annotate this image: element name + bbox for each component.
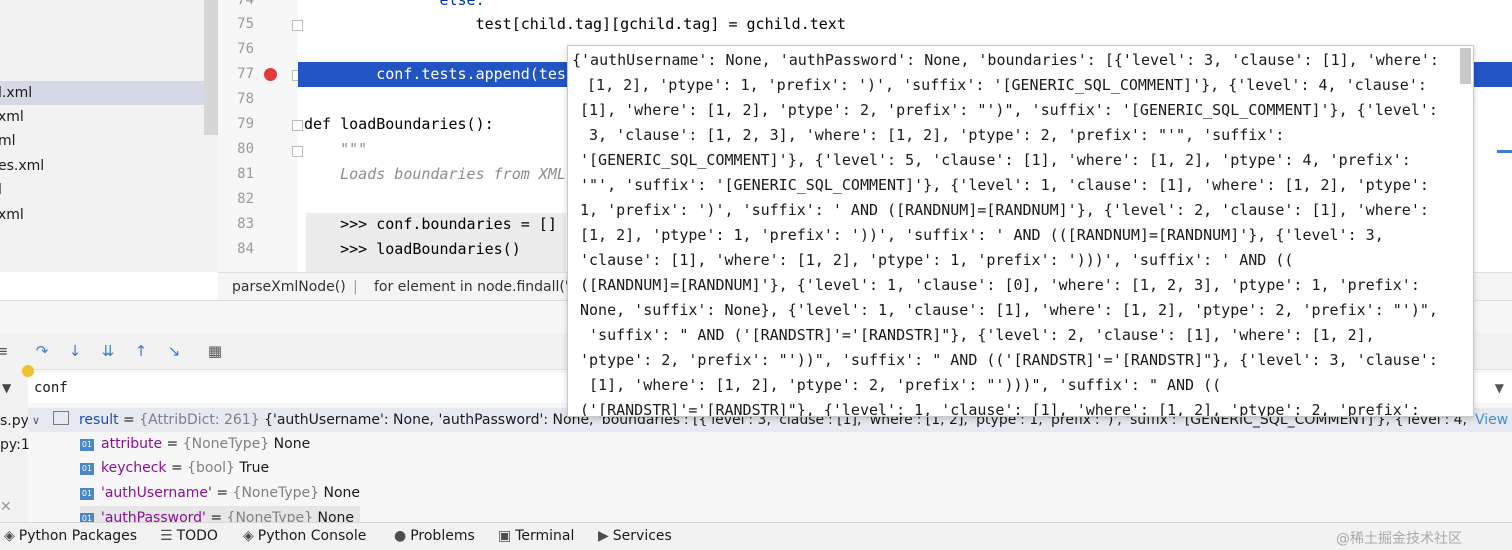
tab-python-packages[interactable]: ◈ Python Packages bbox=[4, 528, 137, 544]
code-line: """ bbox=[304, 140, 368, 158]
close-icon[interactable]: ✕ bbox=[0, 499, 12, 515]
tool-window-bar: ◈ Python Packages ☰ TODO ◈ Python Console ●… bbox=[0, 522, 1512, 550]
variable-row[interactable]: 01 attribute = {NoneType} None bbox=[80, 432, 310, 456]
line-number: 75 bbox=[237, 16, 254, 32]
code-line: def loadBoundaries(): bbox=[304, 115, 494, 133]
fold-icon[interactable] bbox=[292, 120, 303, 131]
tab-problems[interactable]: ● Problems bbox=[394, 528, 475, 544]
tooltip-line: 1, 'prefix': ')', 'suffix': ' AND ([RAND… bbox=[580, 201, 1429, 219]
tab-todo[interactable]: ☰ TODO bbox=[160, 528, 218, 544]
code-line: >>> conf.boundaries = [] bbox=[304, 215, 557, 233]
services-icon: ▶ bbox=[598, 528, 609, 544]
run-to-cursor-icon[interactable]: ↘ bbox=[164, 341, 184, 361]
line-number: 81 bbox=[237, 166, 254, 182]
chevron-down-icon[interactable]: ∨ bbox=[32, 414, 40, 427]
menu-icon[interactable]: ≡ bbox=[0, 341, 12, 361]
editor-gutter[interactable]: 74 75 76 77 78 79 80 81 82 83 84 bbox=[218, 0, 303, 272]
step-into-my-code-icon[interactable]: ⇊ bbox=[98, 341, 118, 361]
tooltip-line: ([RANDNUM]=[RANDNUM]'}, {'level': 1, 'cl… bbox=[580, 276, 1420, 294]
tab-services[interactable]: ▶ Services bbox=[598, 528, 672, 544]
step-into-icon[interactable]: ↓ bbox=[65, 341, 85, 361]
view-link[interactable]: View bbox=[1475, 408, 1508, 432]
code-line: conf.tests.append(tes bbox=[304, 65, 566, 83]
console-icon: ◈ bbox=[243, 528, 254, 544]
line-number: 79 bbox=[237, 116, 254, 132]
tooltip-line: None, 'suffix': None}, {'level': 1, 'cla… bbox=[580, 301, 1438, 319]
code-line: test[child.tag][gchild.tag] = gchild.tex… bbox=[304, 15, 846, 33]
tooltip-line: [1], 'where': [1, 2], 'ptype': 2, 'prefi… bbox=[580, 376, 1222, 394]
code-line: >>> loadBoundaries() bbox=[304, 240, 521, 258]
tree-file[interactable]: l.xml bbox=[0, 81, 32, 105]
step-out-icon[interactable]: ↑ bbox=[131, 341, 151, 361]
tooltip-line: 'ptype': 2, 'prefix': "'))", 'suffix': "… bbox=[580, 351, 1438, 369]
tooltip-line: 'suffix': " AND ('[RANDSTR]'='[RANDSTR]"… bbox=[580, 326, 1375, 344]
line-number: 76 bbox=[237, 41, 254, 57]
tooltip-line: [1], 'where': [1, 2], 'ptype': 2, 'prefi… bbox=[580, 101, 1438, 119]
variable-row[interactable]: 01'authUsername' = {NoneType} None bbox=[80, 481, 360, 505]
error-stripe-marker[interactable] bbox=[1497, 150, 1512, 153]
breadcrumb-item[interactable]: parseXmlNode() bbox=[232, 279, 346, 295]
tooltip-line: ('[RANDSTR]'='[RANDSTR]"}, {'level': 1, … bbox=[580, 401, 1420, 417]
field-icon: 01 bbox=[80, 439, 94, 451]
watermark: @稀土掘金技术社区 bbox=[1336, 531, 1462, 547]
expand-icon[interactable]: ▼ bbox=[1495, 381, 1504, 395]
tooltip-line: [1, 2], 'ptype': 1, 'prefix': ')', 'suff… bbox=[578, 76, 1427, 94]
packages-icon: ◈ bbox=[4, 528, 15, 544]
todo-icon: ☰ bbox=[160, 528, 173, 544]
line-number: 83 bbox=[237, 216, 254, 232]
tree-scrollbar[interactable] bbox=[204, 0, 218, 135]
step-over-icon[interactable]: ↷ bbox=[32, 341, 52, 361]
frame-item[interactable]: py:1 bbox=[0, 437, 30, 453]
tooltip-line: [1, 2], 'ptype': 1, 'prefix': '))', 'suf… bbox=[580, 226, 1384, 244]
line-number: 78 bbox=[237, 91, 254, 107]
problems-icon: ● bbox=[394, 528, 407, 544]
tooltip-line: '"', 'suffix': '[GENERIC_SQL_COMMENT]'},… bbox=[580, 176, 1429, 194]
tab-python-console[interactable]: ◈ Python Console bbox=[243, 528, 366, 544]
field-icon: 01 bbox=[80, 463, 94, 475]
frame-item[interactable]: s.py bbox=[0, 413, 29, 429]
variable-type: {AttribDict: 261} bbox=[139, 412, 260, 428]
fold-icon[interactable] bbox=[292, 146, 303, 157]
value-tooltip[interactable]: {'authUsername': None, 'authPassword': N… bbox=[567, 45, 1474, 417]
tab-terminal[interactable]: ▣ Terminal bbox=[498, 528, 574, 544]
field-icon: 01 bbox=[80, 488, 94, 500]
code-line: Loads boundaries from XML bbox=[304, 165, 566, 183]
evaluate-expression-icon[interactable]: ▦ bbox=[205, 341, 225, 361]
line-number: 80 bbox=[237, 141, 254, 157]
lightbulb-icon[interactable] bbox=[22, 365, 34, 377]
line-number: 84 bbox=[237, 241, 254, 257]
fold-icon[interactable] bbox=[292, 20, 303, 31]
breakpoint-icon[interactable] bbox=[264, 68, 277, 81]
object-icon bbox=[52, 411, 69, 425]
project-tree: l.xml xml ml es.xml l xml bbox=[0, 0, 218, 272]
breadcrumb-item[interactable]: for element in node.findall("t bbox=[374, 279, 577, 295]
watch-expression-input[interactable]: conf bbox=[34, 380, 68, 396]
tooltip-line: '[GENERIC_SQL_COMMENT]'}, {'level': 5, '… bbox=[580, 151, 1411, 169]
tooltip-scrollbar[interactable] bbox=[1460, 48, 1471, 84]
tree-file[interactable]: xml bbox=[0, 203, 24, 227]
tooltip-line: {'authUsername': None, 'authPassword': N… bbox=[572, 51, 1439, 69]
tree-file[interactable]: xml bbox=[0, 105, 24, 129]
tree-file[interactable]: ml bbox=[0, 129, 16, 153]
tooltip-line: 3, 'clause': [1, 2, 3], 'where': [1, 2],… bbox=[580, 126, 1285, 144]
tooltip-line: 'clause': [1], 'where': [1, 2], 'ptype':… bbox=[580, 251, 1294, 269]
tree-file[interactable]: es.xml bbox=[0, 154, 44, 178]
line-number: 77 bbox=[237, 66, 254, 82]
tree-file[interactable]: l bbox=[0, 178, 2, 202]
line-number: 82 bbox=[237, 191, 254, 207]
terminal-icon: ▣ bbox=[498, 528, 512, 544]
variable-name: result bbox=[78, 412, 119, 428]
variable-row[interactable]: 01 keycheck = {bool} True bbox=[80, 456, 269, 480]
chevron-down-icon[interactable]: ▼ bbox=[2, 381, 11, 395]
